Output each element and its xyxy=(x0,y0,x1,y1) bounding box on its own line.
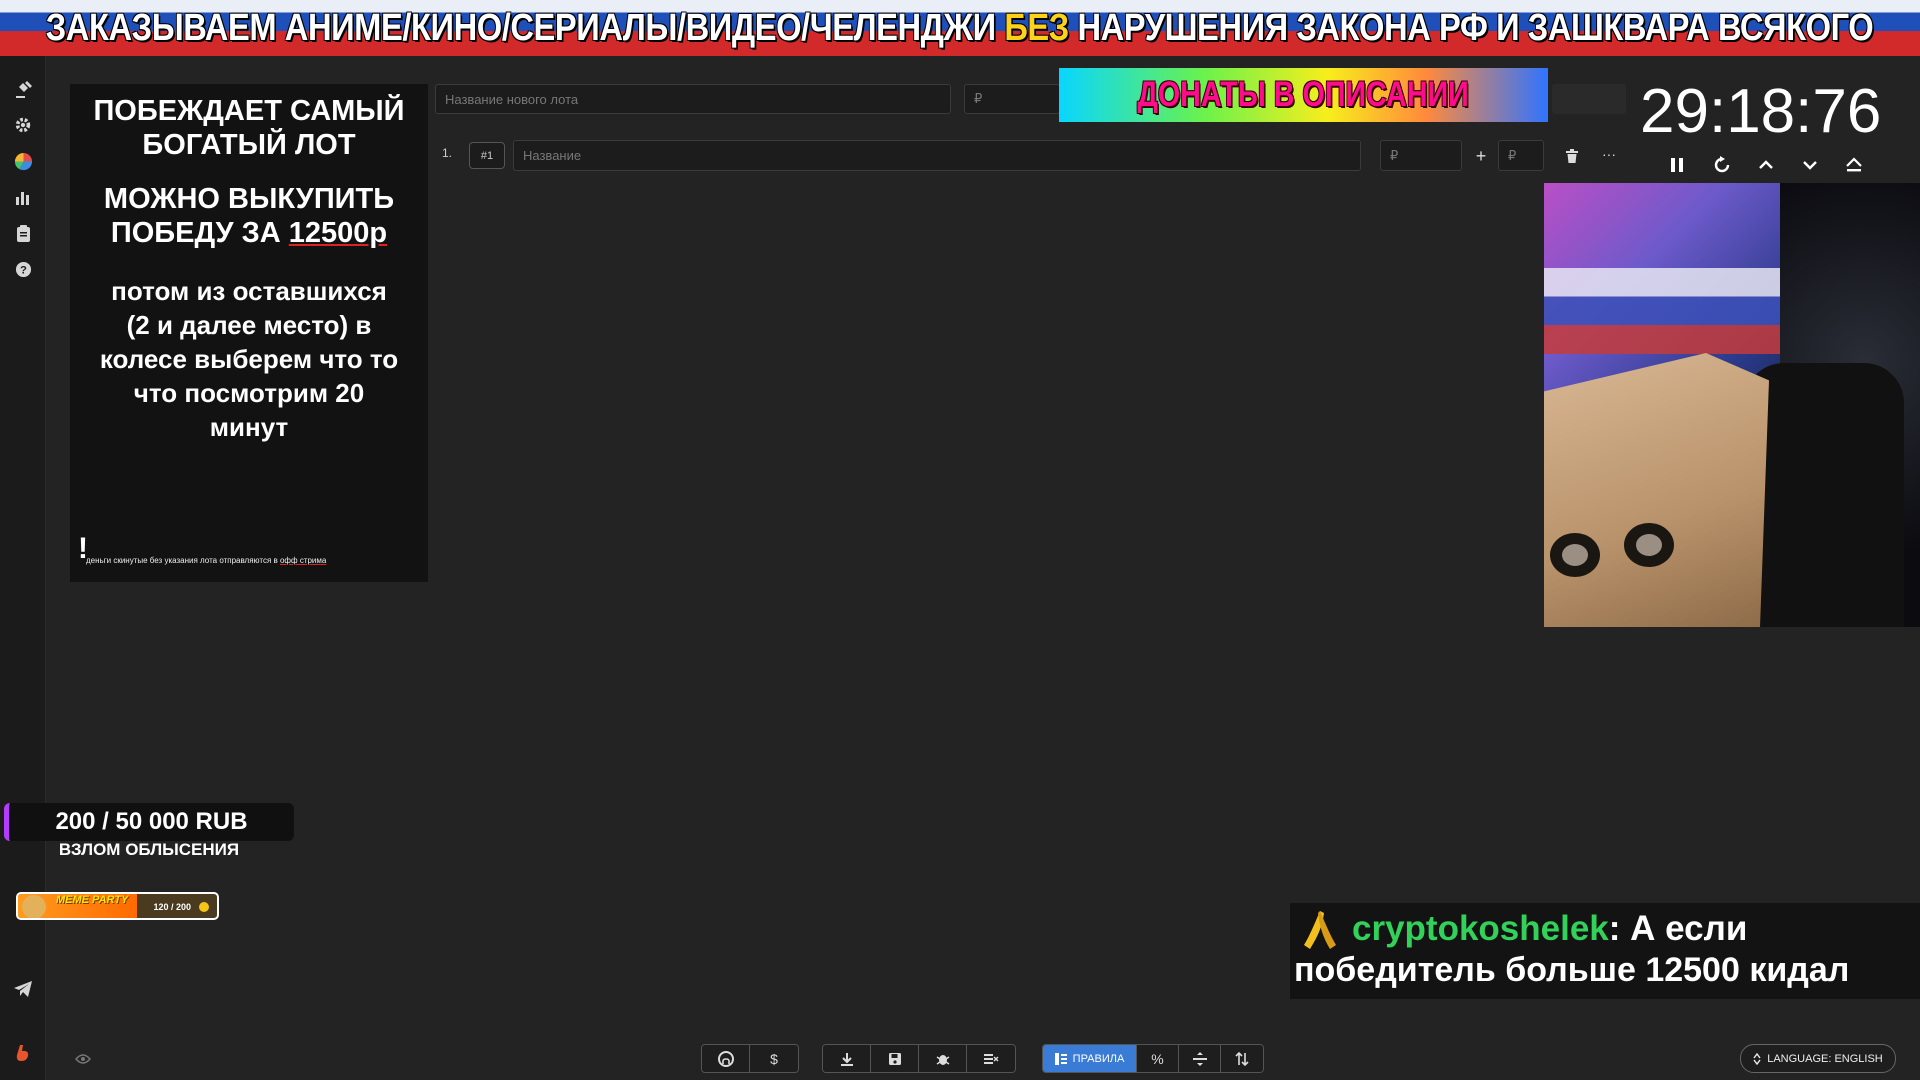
eye-icon[interactable] xyxy=(72,1048,94,1070)
help-icon[interactable]: ? xyxy=(11,257,35,281)
gavel-icon[interactable] xyxy=(11,77,35,101)
split-icon[interactable] xyxy=(1179,1045,1221,1072)
chat-line-1: cryptokoshelek: А если xyxy=(1352,909,1747,949)
lot-name-placeholder: Название xyxy=(523,148,582,163)
chat-line-2: победитель больше 12500 кидал xyxy=(1294,951,1850,989)
toolbar-group-links: $ xyxy=(701,1044,799,1073)
new-lot-amount-placeholder: ₽ xyxy=(974,91,983,106)
rules-toggle-label: ПРАВИЛА xyxy=(1072,1052,1125,1065)
coin-icon xyxy=(199,902,209,912)
donation-goal-bar: 200 / 50 000 RUB xyxy=(4,803,294,841)
chevron-up-icon[interactable] xyxy=(1753,152,1779,178)
rules-line-2: МОЖНО ВЫКУПИТЬ ПОБЕДУ ЗА 12500р xyxy=(70,182,428,250)
banner-text-part2: НАРУШЕНИЯ ЗАКОНА РФ И ЗАШКВАРА ВСЯКОГО xyxy=(1069,6,1874,49)
goal-amount: 200 / 50 000 RUB xyxy=(55,808,248,835)
sort-icon[interactable] xyxy=(1221,1045,1263,1072)
chevron-down-icon[interactable] xyxy=(1797,152,1823,178)
select-arrows-icon xyxy=(1753,1052,1761,1065)
bug-icon[interactable] xyxy=(919,1045,967,1072)
language-label: LANGUAGE: ENGLISH xyxy=(1767,1052,1883,1065)
meme-party-widget: MEME PARTY 120 / 200 xyxy=(16,892,219,920)
clipboard-icon[interactable] xyxy=(11,221,35,245)
percent-label: % xyxy=(1151,1050,1164,1067)
telegram-icon[interactable] xyxy=(11,977,35,1001)
lot-add-amount-placeholder: ₽ xyxy=(1508,147,1517,163)
banner-text: ЗАКАЗЫВАЕМ АНИМЕ/КИНО/СЕРИАЛЫ/ВИДЕО/ЧЕЛЕ… xyxy=(46,7,1874,50)
brand-logo-icon[interactable] xyxy=(11,1041,35,1065)
gear-icon[interactable] xyxy=(11,113,35,137)
timer-input-slot[interactable] xyxy=(1552,84,1626,114)
lot-amount-input[interactable]: ₽ xyxy=(1380,140,1462,171)
donate-banner-text: ДОНАТЫ В ОПИСАНИИ xyxy=(1137,75,1470,114)
top-banner: ЗАКАЗЫВАЕМ АНИМЕ/КИНО/СЕРИАЛЫ/ВИДЕО/ЧЕЛЕ… xyxy=(0,0,1920,56)
restart-icon[interactable] xyxy=(1709,152,1735,178)
webcam-paper-bag-mask xyxy=(1544,353,1769,627)
rules-toggle-button[interactable]: ПРАВИЛА xyxy=(1043,1045,1137,1072)
github-icon[interactable] xyxy=(702,1045,750,1072)
rules-line-2-amount: 12500р xyxy=(288,217,388,249)
meme-party-count: 120 / 200 xyxy=(153,902,191,912)
sidebar: ? xyxy=(0,56,46,1080)
rules-fine-link: офф стрима xyxy=(279,556,327,565)
donate-dollar-button[interactable]: $ xyxy=(750,1045,798,1072)
rules-panel: ПОБЕЖДАЕТ САМЫЙ БОГАТЫЙ ЛОТ МОЖНО ВЫКУПИ… xyxy=(70,84,428,582)
lot-amount-placeholder: ₽ xyxy=(1390,147,1399,163)
doge-icon xyxy=(22,895,46,918)
toolbar-group-view: ПРАВИЛА % xyxy=(1042,1044,1264,1073)
new-lot-name-input[interactable]: Название нового лота xyxy=(435,84,951,114)
banner-text-part1: ЗАКАЗЫВАЕМ АНИМЕ/КИНО/СЕРИАЛЫ/ВИДЕО/ЧЕЛЕ… xyxy=(46,6,1005,49)
chat-username: cryptokoshelek xyxy=(1352,909,1609,948)
lot-add-amount-input[interactable]: ₽ xyxy=(1498,140,1544,171)
bar-chart-icon[interactable] xyxy=(11,185,35,209)
more-options-icon[interactable]: ··· xyxy=(1598,143,1620,165)
rules-fine-print: деньги скинутые без указания лота отправ… xyxy=(86,556,326,565)
save-icon[interactable] xyxy=(871,1045,919,1072)
timer-display: 29:18:76 xyxy=(1640,77,1882,146)
clear-list-icon[interactable] xyxy=(967,1045,1015,1072)
new-lot-name-placeholder: Название нового лота xyxy=(445,91,579,107)
eject-icon[interactable] xyxy=(1841,152,1867,178)
donate-banner: ДОНАТЫ В ОПИСАНИИ xyxy=(1059,68,1548,122)
percent-button[interactable]: % xyxy=(1137,1045,1179,1072)
meme-party-label: MEME PARTY xyxy=(56,894,129,906)
toolbar-group-files xyxy=(822,1044,1016,1073)
add-amount-icon[interactable]: + xyxy=(1470,145,1492,167)
dollar-label: $ xyxy=(770,1050,778,1067)
rules-line-3: потом из оставшихся (2 и далее место) в … xyxy=(99,276,399,442)
chat-message: cryptokoshelek: А если победитель больше… xyxy=(1290,903,1920,999)
rules-fine-text: деньги скинутые без указания лота отправ… xyxy=(86,556,280,565)
language-select[interactable]: LANGUAGE: ENGLISH xyxy=(1740,1044,1896,1073)
rules-icon xyxy=(1054,1052,1067,1065)
chat-text-1: : А если xyxy=(1608,909,1748,948)
download-icon[interactable] xyxy=(823,1045,871,1072)
rules-line-1: ПОБЕЖДАЕТ САМЫЙ БОГАТЫЙ ЛОТ xyxy=(93,95,405,161)
webcam-mask-eye-right xyxy=(1624,523,1674,567)
new-lot-amount-input[interactable]: ₽ xyxy=(964,84,1060,114)
webcam-mask-eye-left xyxy=(1550,533,1600,577)
banner-highlight: БЕЗ xyxy=(1004,6,1070,49)
goal-label: ВЗЛОМ ОБЛЫСЕНИЯ xyxy=(58,840,240,859)
lot-name-input[interactable]: Название xyxy=(513,140,1361,171)
lot-tag-label: #1 xyxy=(480,149,494,162)
pie-chart-icon[interactable] xyxy=(11,149,35,173)
trash-icon[interactable] xyxy=(1561,145,1583,167)
lot-index: 1. xyxy=(442,146,453,160)
webcam-overlay xyxy=(1544,183,1920,627)
pause-icon[interactable] xyxy=(1664,152,1690,178)
svg-text:?: ? xyxy=(20,264,27,276)
lot-tag-button[interactable]: #1 xyxy=(469,142,505,169)
